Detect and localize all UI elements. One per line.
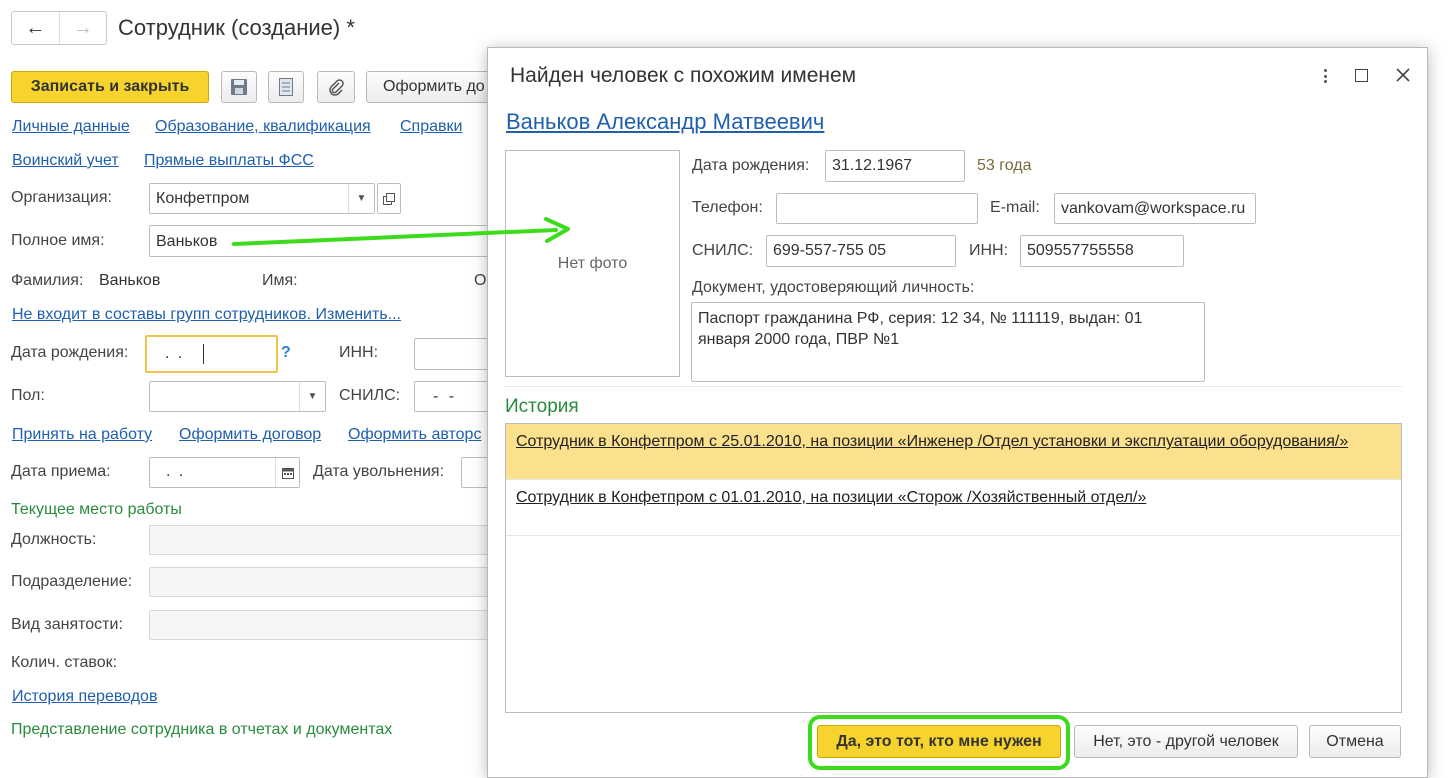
dlg-birth-field[interactable]: 31.12.1967 (825, 150, 965, 182)
position-label: Должность: (11, 531, 97, 548)
snils-input[interactable]: - - (414, 381, 494, 412)
dlg-snils-value: 699-557-755 05 (773, 242, 886, 259)
snils-value: - - (433, 388, 458, 405)
transfer-history-link[interactable]: История переводов (12, 688, 157, 706)
department-input (149, 567, 494, 597)
dlg-inn-field[interactable]: 509557755558 (1020, 235, 1184, 267)
tab-certificates[interactable]: Справки (400, 118, 462, 136)
more-options-icon[interactable] (1316, 66, 1334, 86)
dlg-inn-label: ИНН: (969, 242, 1009, 259)
groups-change-link[interactable]: Не входит в составы групп сотрудников. И… (12, 306, 401, 324)
floppy-disk-icon (231, 79, 247, 95)
tab-personal-data[interactable]: Личные данные (12, 118, 130, 136)
full-name-value: Ваньков (156, 233, 218, 250)
presentation-section: Представление сотрудника в отчетах и док… (11, 721, 393, 738)
chevron-down-icon[interactable]: ▼ (348, 184, 374, 213)
employment-type-input (149, 610, 494, 640)
birth-date-input[interactable]: . . (145, 335, 278, 373)
hire-date-value: . . (166, 463, 186, 480)
dlg-phone-field[interactable] (776, 193, 978, 224)
hire-date-input[interactable]: . . (149, 457, 300, 488)
inn-label: ИНН: (339, 344, 379, 361)
patronymic-label: О (474, 272, 487, 289)
organization-value: Конфетпром (156, 190, 250, 207)
dialog-title: Найден человек с похожим именем (510, 64, 857, 87)
history-row-text[interactable]: Сотрудник в Конфетпром с 25.01.2010, на … (516, 433, 1348, 451)
confirm-person-button[interactable]: Да, это тот, кто мне нужен (817, 725, 1061, 758)
report-button[interactable] (268, 71, 304, 103)
open-window-icon (383, 192, 395, 205)
back-arrow-icon[interactable]: ← (12, 12, 59, 44)
inn-input[interactable] (414, 338, 494, 370)
person-name-link[interactable]: Ваньков Александр Матвеевич (506, 109, 824, 135)
tab-education[interactable]: Образование, квалификация (155, 118, 371, 136)
full-name-input[interactable]: Ваньков (149, 225, 494, 257)
attach-button[interactable] (317, 71, 355, 103)
save-and-close-button[interactable]: Записать и закрыть (11, 71, 209, 103)
name-label: Имя: (262, 272, 298, 289)
history-row-text[interactable]: Сотрудник в Конфетпром с 01.01.2010, на … (516, 489, 1146, 507)
contract-link[interactable]: Оформить договор (179, 426, 321, 444)
employment-type-label: Вид занятости: (11, 616, 123, 633)
history-row[interactable]: Сотрудник в Конфетпром с 01.01.2010, на … (506, 480, 1401, 536)
close-icon[interactable] (1392, 64, 1414, 86)
dlg-snils-label: СНИЛС: (692, 242, 754, 259)
window-title: Сотрудник (создание) * (118, 15, 355, 40)
tab-military[interactable]: Воинский учет (12, 152, 119, 170)
department-label: Подразделение: (11, 573, 133, 590)
hire-date-label: Дата приема: (11, 463, 111, 480)
oformit-button[interactable]: Оформить до (366, 71, 496, 103)
calendar-icon[interactable] (275, 458, 299, 487)
forward-arrow-icon[interactable]: → (58, 12, 107, 44)
position-input (149, 525, 494, 555)
surname-label: Фамилия: (11, 272, 84, 289)
author-contract-link[interactable]: Оформить авторс (348, 426, 481, 444)
similar-person-dialog: Найден человек с похожим именем Ваньков … (487, 47, 1428, 778)
dlg-doc-value: Паспорт гражданина РФ, серия: 12 34, № 1… (698, 310, 1143, 348)
dlg-inn-value: 509557755558 (1027, 242, 1134, 259)
chevron-down-icon[interactable]: ▼ (299, 382, 325, 411)
sex-label: Пол: (11, 387, 45, 404)
full-name-label: Полное имя: (11, 232, 105, 249)
dlg-phone-label: Телефон: (692, 199, 763, 216)
dlg-birth-label: Дата рождения: (692, 157, 810, 174)
dlg-doc-label: Документ, удостоверяющий личность: (692, 279, 975, 296)
save-button[interactable] (221, 71, 257, 103)
dlg-birth-value: 31.12.1967 (832, 157, 913, 174)
history-nav: ← → (11, 11, 107, 45)
surname-value: Ваньков (99, 272, 161, 289)
help-icon[interactable]: ? (281, 344, 291, 362)
birth-date-value: . . (165, 345, 185, 362)
open-organization-button[interactable] (377, 183, 401, 214)
current-work-section: Текущее место работы (11, 501, 182, 518)
dlg-email-label: E-mail: (990, 199, 1040, 216)
fire-date-label: Дата увольнения: (313, 463, 445, 480)
dlg-email-value: vankovam@workspace.ru (1061, 200, 1246, 217)
text-cursor (203, 344, 204, 364)
paperclip-icon (329, 79, 344, 96)
history-section-title: История (505, 396, 579, 417)
dlg-email-field[interactable]: vankovam@workspace.ru (1054, 193, 1256, 224)
hire-link[interactable]: Принять на работу (12, 426, 152, 444)
organization-label: Организация: (11, 189, 112, 206)
divider (505, 386, 1402, 387)
snils-label: СНИЛС: (339, 387, 401, 404)
organization-select[interactable]: Конфетпром ▼ (149, 183, 375, 214)
birth-date-label: Дата рождения: (11, 344, 129, 361)
tab-fss-payments[interactable]: Прямые выплаты ФСС (144, 152, 314, 170)
no-photo-text: Нет фото (557, 254, 628, 272)
age-text: 53 года (977, 157, 1032, 174)
cancel-button[interactable]: Отмена (1309, 725, 1401, 758)
photo-placeholder: Нет фото (505, 150, 680, 377)
different-person-button[interactable]: Нет, это - другой человек (1074, 725, 1298, 758)
sex-select[interactable]: ▼ (149, 381, 326, 412)
document-list-icon (279, 78, 293, 96)
dlg-doc-field[interactable]: Паспорт гражданина РФ, серия: 12 34, № 1… (691, 302, 1205, 382)
history-list: Сотрудник в Конфетпром с 25.01.2010, на … (505, 423, 1402, 713)
dlg-snils-field[interactable]: 699-557-755 05 (766, 235, 956, 267)
maximize-icon[interactable] (1355, 69, 1368, 82)
rates-label: Колич. ставок: (11, 654, 118, 671)
history-row[interactable]: Сотрудник в Конфетпром с 25.01.2010, на … (506, 424, 1401, 480)
